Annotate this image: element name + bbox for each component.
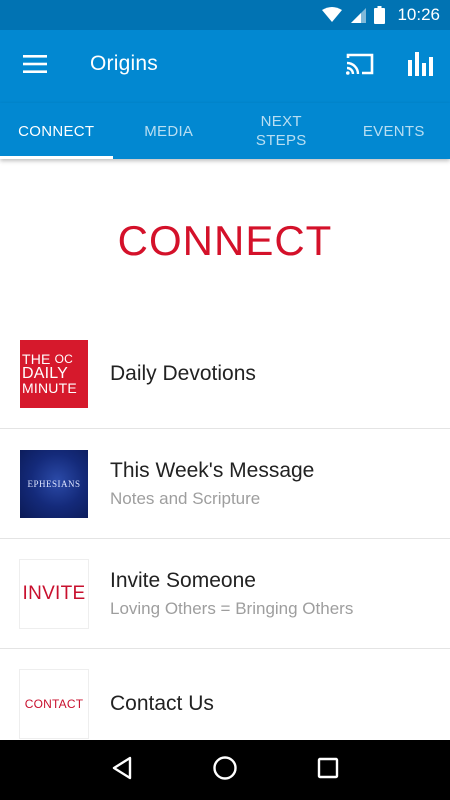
tab-connect[interactable]: CONNECT xyxy=(0,103,113,159)
app-title: Origins xyxy=(90,52,158,75)
recents-button[interactable] xyxy=(303,745,353,795)
list-item-this-weeks-message[interactable]: EPHESIANS This Week's Message Notes and … xyxy=(0,429,450,539)
thumb-text-contact: CONTACT xyxy=(24,697,84,711)
recents-icon xyxy=(317,757,339,784)
thumb-text-invite: INVITE xyxy=(22,583,86,604)
list-item-invite-someone[interactable]: INVITE Invite Someone Loving Others = Br… xyxy=(0,539,450,649)
battery-icon xyxy=(374,6,386,24)
back-button[interactable] xyxy=(97,745,147,795)
list-item-title: This Week's Message xyxy=(110,459,315,482)
menu-button[interactable] xyxy=(14,48,56,84)
system-nav-bar xyxy=(0,740,450,800)
menu-icon xyxy=(23,54,47,78)
list-item-text: Invite Someone Loving Others = Bringing … xyxy=(110,569,353,619)
daily-minute-thumbnail: THE OC DAILY MINUTE xyxy=(20,340,88,408)
cell-signal-icon xyxy=(350,7,367,23)
contact-thumbnail: CONTACT xyxy=(20,670,88,738)
thumb-text-minute: MINUTE xyxy=(22,380,77,396)
list-item-subtitle: Loving Others = Bringing Others xyxy=(110,599,354,618)
app-bar: Origins xyxy=(0,30,450,103)
home-button[interactable] xyxy=(200,745,250,795)
back-icon xyxy=(111,756,133,785)
list-item-text: Contact Us xyxy=(110,692,214,716)
list-item-title: Daily Devotions xyxy=(110,362,256,385)
list-item-title: Contact Us xyxy=(110,692,214,715)
tab-events[interactable]: EVENTS xyxy=(338,103,450,159)
thumb-text-ephesians: EPHESIANS xyxy=(27,479,81,489)
tab-next-steps[interactable]: NEXT STEPS xyxy=(225,103,338,159)
bar-chart-icon xyxy=(407,51,433,81)
ephesians-thumbnail: EPHESIANS xyxy=(20,450,88,518)
content-area: CONNECT THE OC DAILY MINUTE Daily Devoti… xyxy=(0,159,450,740)
invite-thumbnail: INVITE xyxy=(20,560,88,628)
status-time: 10:26 xyxy=(397,5,440,24)
page-title: CONNECT xyxy=(117,217,333,264)
stats-button[interactable] xyxy=(400,48,440,84)
tab-bar: CONNECT MEDIA NEXT STEPS EVENTS xyxy=(0,103,450,159)
wifi-icon xyxy=(322,7,343,23)
list-item-text: Daily Devotions xyxy=(110,362,256,386)
list-item-title: Invite Someone xyxy=(110,569,256,592)
list-item-text: This Week's Message Notes and Scripture xyxy=(110,459,314,509)
list-item-daily-devotions[interactable]: THE OC DAILY MINUTE Daily Devotions xyxy=(0,319,450,429)
list-item-contact-us[interactable]: CONTACT Contact Us xyxy=(0,649,450,740)
tab-media[interactable]: MEDIA xyxy=(113,103,226,159)
status-bar: 10:26 xyxy=(0,0,450,30)
home-icon xyxy=(212,755,238,786)
list-item-subtitle: Notes and Scripture xyxy=(110,489,261,508)
cast-icon xyxy=(345,52,375,81)
cast-button[interactable] xyxy=(340,48,380,84)
